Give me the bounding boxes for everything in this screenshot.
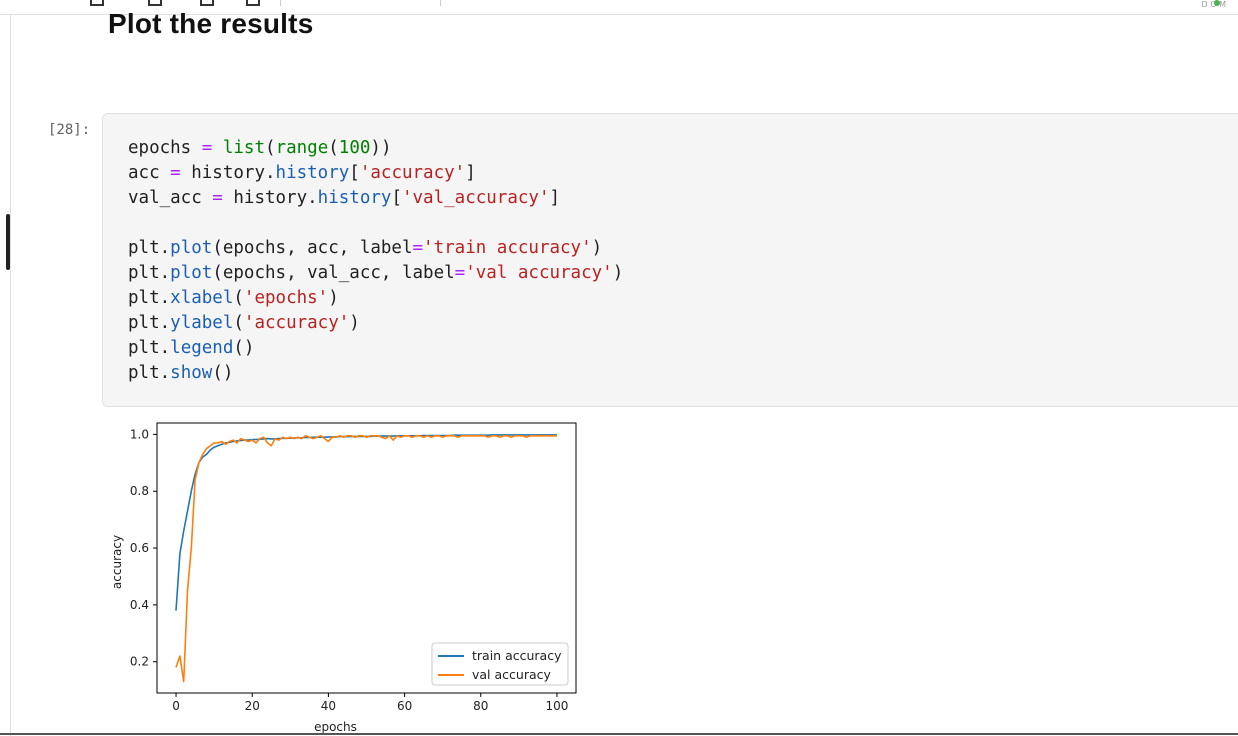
code-line: plt.plot(epochs, val_acc, label='val acc… <box>128 261 623 286</box>
code-token: val_acc <box>128 188 213 208</box>
code-token: xlabel <box>170 288 234 308</box>
code-token: [ <box>391 188 402 208</box>
notebook-page: D O M Plot the results [28]: epochs = li… <box>0 0 1238 736</box>
cell-gutter <box>10 14 11 736</box>
legend-label: train accuracy <box>472 648 562 663</box>
y-tick-label: 1.0 <box>130 427 149 441</box>
code-token: ) <box>328 288 339 308</box>
x-tick-label: 80 <box>473 699 488 713</box>
x-tick-label: 40 <box>321 699 336 713</box>
code-token: ] <box>549 188 561 208</box>
code-token: = <box>412 238 424 258</box>
paste-icon[interactable] <box>246 0 260 6</box>
code-token: history <box>275 163 350 183</box>
code-token: = <box>454 263 466 283</box>
code-token: range <box>275 138 329 158</box>
code-token: plot <box>170 238 213 258</box>
code-token: acc <box>128 163 171 183</box>
code-token: list <box>222 138 266 158</box>
code-line: plt.ylabel('accuracy') <box>128 311 623 336</box>
x-tick-label: 0 <box>172 699 180 713</box>
code-token: = <box>170 163 181 183</box>
code-token: )) <box>370 138 392 158</box>
code-token: plt. <box>128 288 171 308</box>
series-line-1 <box>175 434 557 611</box>
code-token: ylabel <box>170 313 234 333</box>
code-token: plt. <box>128 338 171 358</box>
code-token: plt. <box>128 263 171 283</box>
code-token: 'val accuracy' <box>465 263 613 283</box>
y-tick-label: 0.4 <box>130 598 149 612</box>
kernel-indicator-icon <box>1214 0 1220 6</box>
code-line: plt.xlabel('epochs') <box>128 286 623 311</box>
save-icon[interactable] <box>90 0 104 6</box>
code-token: history. <box>180 163 276 183</box>
code-token: legend <box>170 338 234 358</box>
code-token: [ <box>349 163 360 183</box>
code-token: 'train accuracy' <box>423 238 592 258</box>
code-token: 'val_accuracy' <box>401 188 550 208</box>
y-axis-label: accuracy <box>110 535 124 589</box>
code-token: epochs <box>128 138 202 158</box>
output-chart: 0 20 40 60 80 100 0.2 0.4 0.6 0.8 1.0 epochs accurac… <box>100 416 590 736</box>
code-token: show <box>170 363 213 383</box>
code-token: ] <box>465 163 476 183</box>
y-tick-label: 0.8 <box>130 484 149 498</box>
code-line: plt.plot(epochs, acc, label='train accur… <box>128 236 623 261</box>
x-tick-label: 100 <box>546 699 569 713</box>
x-tick-label: 60 <box>397 699 412 713</box>
code-token: plt. <box>128 238 171 258</box>
code-line: epochs = list(range(100)) <box>128 136 623 161</box>
toolbar-separator <box>280 0 281 6</box>
execution-count: [28]: <box>48 122 91 138</box>
code-token: () <box>233 338 255 358</box>
cut-icon[interactable] <box>148 0 162 6</box>
code-token: 'accuracy' <box>359 163 466 183</box>
code-token: ) <box>349 313 360 333</box>
code-editor[interactable]: epochs = list(range(100)) acc = history.h… <box>128 136 623 386</box>
code-token: history. <box>222 188 318 208</box>
code-token: ( <box>233 288 244 308</box>
code-token: plot <box>170 263 213 283</box>
code-line: val_acc = history.history['val_accuracy'… <box>128 186 623 211</box>
bottom-divider <box>0 733 1238 735</box>
x-axis-label: epochs <box>314 720 357 734</box>
y-tick-label: 0.2 <box>130 655 149 669</box>
code-token: (epochs, val_acc, label <box>212 263 455 283</box>
code-token: ) <box>591 238 603 258</box>
x-tick-label: 20 <box>245 699 260 713</box>
active-cell-marker[interactable] <box>6 214 10 270</box>
toolbar-separator <box>440 0 441 6</box>
code-token: ( <box>328 138 339 158</box>
code-line: plt.show() <box>128 361 623 386</box>
code-token: = <box>212 188 223 208</box>
accuracy-chart: 0 20 40 60 80 100 0.2 0.4 0.6 0.8 1.0 epochs accurac… <box>110 422 577 734</box>
code-line: plt.legend() <box>128 336 623 361</box>
code-token: (epochs, acc, label <box>212 238 413 258</box>
code-line: acc = history.history['accuracy'] <box>128 161 623 186</box>
code-token: ) <box>612 263 624 283</box>
code-token: 'accuracy' <box>243 313 350 333</box>
code-token: = <box>201 138 213 158</box>
y-tick-label: 0.6 <box>130 541 149 555</box>
markdown-heading: Plot the results <box>108 8 314 39</box>
code-token: () <box>212 363 234 383</box>
copy-icon[interactable] <box>200 0 214 6</box>
code-token: 100 <box>338 138 371 158</box>
code-token: ( <box>233 313 244 333</box>
code-token: ( <box>265 138 276 158</box>
code-token: plt. <box>128 313 171 333</box>
code-token: history <box>317 188 392 208</box>
code-token: 'epochs' <box>243 288 329 308</box>
code-token: plt. <box>128 363 171 383</box>
legend-label: val accuracy <box>472 667 552 682</box>
